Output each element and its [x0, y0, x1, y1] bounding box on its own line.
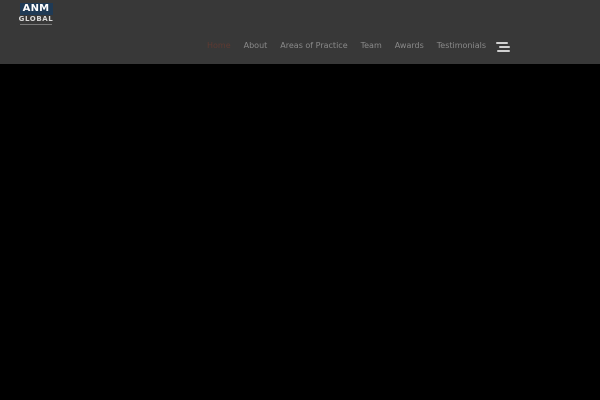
nav-item-about[interactable]: About: [244, 40, 268, 52]
nav-item-areas-of-practice[interactable]: Areas of Practice: [280, 40, 347, 52]
logo-bottom-text: GLOBAL: [18, 15, 54, 23]
main-nav: Home About Areas of Practice Team Awards…: [207, 40, 499, 52]
site-logo[interactable]: ANM GLOBAL: [18, 3, 54, 25]
hamburger-menu-icon[interactable]: [494, 41, 510, 53]
nav-item-awards[interactable]: Awards: [395, 40, 424, 52]
nav-item-team[interactable]: Team: [361, 40, 382, 52]
nav-item-home[interactable]: Home: [207, 40, 231, 52]
site-header: ANM GLOBAL Home About Areas of Practice …: [0, 0, 600, 64]
logo-tagline-line: [20, 24, 52, 25]
logo-top-text: ANM: [19, 3, 53, 15]
hero-section: [0, 64, 600, 400]
nav-item-testimonials[interactable]: Testimonials: [437, 40, 486, 52]
